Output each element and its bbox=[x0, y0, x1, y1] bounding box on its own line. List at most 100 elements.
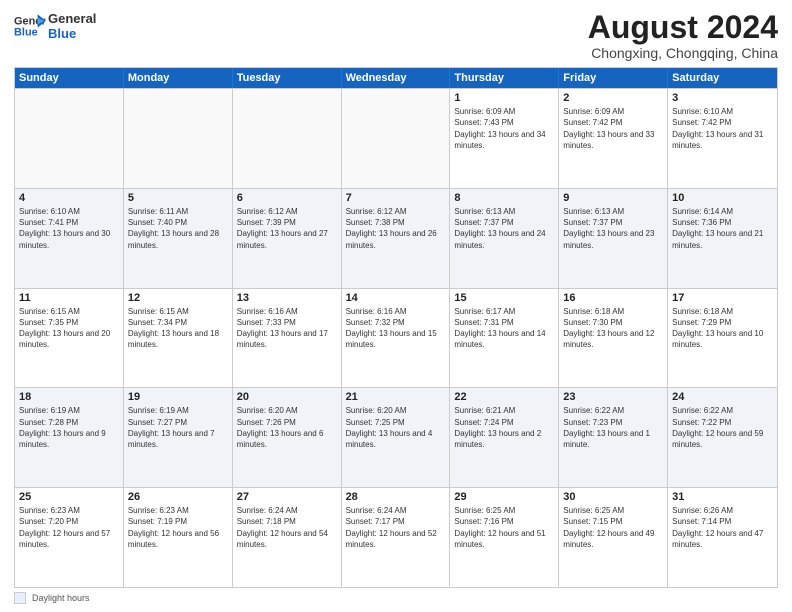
day-info-8: Sunrise: 6:13 AM Sunset: 7:37 PM Dayligh… bbox=[454, 206, 554, 251]
day-number-9: 9 bbox=[563, 192, 663, 204]
week-3: 11Sunrise: 6:15 AM Sunset: 7:35 PM Dayli… bbox=[15, 288, 777, 388]
day-info-16: Sunrise: 6:18 AM Sunset: 7:30 PM Dayligh… bbox=[563, 306, 663, 351]
empty-cell-w0-d3 bbox=[342, 89, 451, 188]
day-number-24: 24 bbox=[672, 391, 773, 403]
day-number-30: 30 bbox=[563, 491, 663, 503]
day-number-19: 19 bbox=[128, 391, 228, 403]
day-cell-5: 5 Sunrise: 6:11 AM Sunset: 7:40 PM Daylig… bbox=[124, 189, 233, 288]
title-block: August 2024 Chongxing, Chongqing, China bbox=[588, 10, 778, 61]
day-info-24: Sunrise: 6:22 AM Sunset: 7:22 PM Dayligh… bbox=[672, 405, 773, 450]
month-year: August 2024 bbox=[588, 10, 778, 45]
day-cell-19: 19 Sunrise: 6:19 AM Sunset: 7:27 PM Dayli… bbox=[124, 388, 233, 487]
header-sunday: Sunday bbox=[15, 68, 124, 88]
day-number-20: 20 bbox=[237, 391, 337, 403]
day-cell-21: 21Sunrise: 6:20 AM Sunset: 7:25 PM Dayli… bbox=[342, 388, 451, 487]
day-number-22: 22 bbox=[454, 391, 554, 403]
empty-cell-w0-d2 bbox=[233, 89, 342, 188]
day-info-19: Sunrise: 6:19 AM Sunset: 7:27 PM Dayligh… bbox=[128, 405, 228, 450]
header: General Blue General Blue August 2024 Ch… bbox=[14, 10, 778, 61]
header-tuesday: Tuesday bbox=[233, 68, 342, 88]
header-monday: Monday bbox=[124, 68, 233, 88]
day-cell-31: 31Sunrise: 6:26 AM Sunset: 7:14 PM Dayli… bbox=[668, 488, 777, 587]
day-cell-13: 13 Sunrise: 6:16 AM Sunset: 7:33 PM Dayli… bbox=[233, 289, 342, 388]
day-number-16: 16 bbox=[563, 292, 663, 304]
day-info-15: Sunrise: 6:17 AM Sunset: 7:31 PM Dayligh… bbox=[454, 306, 554, 351]
day-info-25: Sunrise: 6:23 AM Sunset: 7:20 PM Dayligh… bbox=[19, 505, 119, 550]
day-number-31: 31 bbox=[672, 491, 773, 503]
logo-blue: Blue bbox=[48, 27, 96, 42]
day-number-11: 11 bbox=[19, 292, 119, 304]
day-cell-12: 12 Sunrise: 6:15 AM Sunset: 7:34 PM Dayli… bbox=[124, 289, 233, 388]
day-cell-6: 6 Sunrise: 6:12 AM Sunset: 7:39 PM Daylig… bbox=[233, 189, 342, 288]
svg-text:Blue: Blue bbox=[14, 26, 38, 38]
day-info-17: Sunrise: 6:18 AM Sunset: 7:29 PM Dayligh… bbox=[672, 306, 773, 351]
day-cell-16: 16 Sunrise: 6:18 AM Sunset: 7:30 PM Dayli… bbox=[559, 289, 668, 388]
logo-icon: General Blue bbox=[14, 12, 46, 40]
day-info-4: Sunrise: 6:10 AM Sunset: 7:41 PM Dayligh… bbox=[19, 206, 119, 251]
day-info-3: Sunrise: 6:10 AM Sunset: 7:42 PM Dayligh… bbox=[672, 106, 773, 151]
week-1: 1Sunrise: 6:09 AM Sunset: 7:43 PM Daylig… bbox=[15, 88, 777, 188]
empty-cell-w0-d0 bbox=[15, 89, 124, 188]
day-number-5: 5 bbox=[128, 192, 228, 204]
day-number-23: 23 bbox=[563, 391, 663, 403]
day-number-21: 21 bbox=[346, 391, 446, 403]
day-number-18: 18 bbox=[19, 391, 119, 403]
week-4: 18Sunrise: 6:19 AM Sunset: 7:28 PM Dayli… bbox=[15, 387, 777, 487]
day-number-17: 17 bbox=[672, 292, 773, 304]
empty-cell-w0-d1 bbox=[124, 89, 233, 188]
day-number-7: 7 bbox=[346, 192, 446, 204]
day-info-26: Sunrise: 6:23 AM Sunset: 7:19 PM Dayligh… bbox=[128, 505, 228, 550]
day-cell-27: 27Sunrise: 6:24 AM Sunset: 7:18 PM Dayli… bbox=[233, 488, 342, 587]
day-number-26: 26 bbox=[128, 491, 228, 503]
day-number-2: 2 bbox=[563, 92, 663, 104]
day-number-29: 29 bbox=[454, 491, 554, 503]
day-info-13: Sunrise: 6:16 AM Sunset: 7:33 PM Dayligh… bbox=[237, 306, 337, 351]
day-cell-10: 10Sunrise: 6:14 AM Sunset: 7:36 PM Dayli… bbox=[668, 189, 777, 288]
day-cell-1: 1Sunrise: 6:09 AM Sunset: 7:43 PM Daylig… bbox=[450, 89, 559, 188]
day-number-6: 6 bbox=[237, 192, 337, 204]
day-cell-26: 26 Sunrise: 6:23 AM Sunset: 7:19 PM Dayli… bbox=[124, 488, 233, 587]
footer: Daylight hours bbox=[14, 592, 778, 604]
day-cell-24: 24 Sunrise: 6:22 AM Sunset: 7:22 PM Dayli… bbox=[668, 388, 777, 487]
calendar: Sunday Monday Tuesday Wednesday Thursday… bbox=[14, 67, 778, 588]
day-number-14: 14 bbox=[346, 292, 446, 304]
location: Chongxing, Chongqing, China bbox=[588, 45, 778, 61]
day-number-8: 8 bbox=[454, 192, 554, 204]
day-cell-14: 14Sunrise: 6:16 AM Sunset: 7:32 PM Dayli… bbox=[342, 289, 451, 388]
day-number-13: 13 bbox=[237, 292, 337, 304]
logo: General Blue General Blue bbox=[14, 10, 96, 42]
day-cell-8: 8 Sunrise: 6:13 AM Sunset: 7:37 PM Daylig… bbox=[450, 189, 559, 288]
day-info-30: Sunrise: 6:25 AM Sunset: 7:15 PM Dayligh… bbox=[563, 505, 663, 550]
day-info-12: Sunrise: 6:15 AM Sunset: 7:34 PM Dayligh… bbox=[128, 306, 228, 351]
day-info-9: Sunrise: 6:13 AM Sunset: 7:37 PM Dayligh… bbox=[563, 206, 663, 251]
day-cell-25: 25 Sunrise: 6:23 AM Sunset: 7:20 PM Dayli… bbox=[15, 488, 124, 587]
day-info-10: Sunrise: 6:14 AM Sunset: 7:36 PM Dayligh… bbox=[672, 206, 773, 251]
day-info-5: Sunrise: 6:11 AM Sunset: 7:40 PM Dayligh… bbox=[128, 206, 228, 251]
day-cell-7: 7 Sunrise: 6:12 AM Sunset: 7:38 PM Daylig… bbox=[342, 189, 451, 288]
calendar-header: Sunday Monday Tuesday Wednesday Thursday… bbox=[15, 68, 777, 88]
day-cell-4: 4Sunrise: 6:10 AM Sunset: 7:41 PM Daylig… bbox=[15, 189, 124, 288]
day-cell-20: 20 Sunrise: 6:20 AM Sunset: 7:26 PM Dayli… bbox=[233, 388, 342, 487]
day-info-6: Sunrise: 6:12 AM Sunset: 7:39 PM Dayligh… bbox=[237, 206, 337, 251]
day-info-27: Sunrise: 6:24 AM Sunset: 7:18 PM Dayligh… bbox=[237, 505, 337, 550]
day-cell-9: 9 Sunrise: 6:13 AM Sunset: 7:37 PM Daylig… bbox=[559, 189, 668, 288]
day-number-25: 25 bbox=[19, 491, 119, 503]
day-cell-3: 3Sunrise: 6:10 AM Sunset: 7:42 PM Daylig… bbox=[668, 89, 777, 188]
legend-box bbox=[14, 592, 26, 604]
day-cell-29: 29Sunrise: 6:25 AM Sunset: 7:16 PM Dayli… bbox=[450, 488, 559, 587]
day-info-22: Sunrise: 6:21 AM Sunset: 7:24 PM Dayligh… bbox=[454, 405, 554, 450]
day-info-1: Sunrise: 6:09 AM Sunset: 7:43 PM Dayligh… bbox=[454, 106, 554, 151]
day-cell-28: 28Sunrise: 6:24 AM Sunset: 7:17 PM Dayli… bbox=[342, 488, 451, 587]
day-info-23: Sunrise: 6:22 AM Sunset: 7:23 PM Dayligh… bbox=[563, 405, 663, 450]
day-cell-18: 18Sunrise: 6:19 AM Sunset: 7:28 PM Dayli… bbox=[15, 388, 124, 487]
day-info-7: Sunrise: 6:12 AM Sunset: 7:38 PM Dayligh… bbox=[346, 206, 446, 251]
page: General Blue General Blue August 2024 Ch… bbox=[0, 0, 792, 612]
day-number-28: 28 bbox=[346, 491, 446, 503]
header-saturday: Saturday bbox=[668, 68, 777, 88]
day-info-2: Sunrise: 6:09 AM Sunset: 7:42 PM Dayligh… bbox=[563, 106, 663, 151]
day-number-12: 12 bbox=[128, 292, 228, 304]
legend-label: Daylight hours bbox=[32, 593, 90, 603]
day-info-20: Sunrise: 6:20 AM Sunset: 7:26 PM Dayligh… bbox=[237, 405, 337, 450]
day-cell-2: 2 Sunrise: 6:09 AM Sunset: 7:42 PM Daylig… bbox=[559, 89, 668, 188]
day-cell-17: 17 Sunrise: 6:18 AM Sunset: 7:29 PM Dayli… bbox=[668, 289, 777, 388]
